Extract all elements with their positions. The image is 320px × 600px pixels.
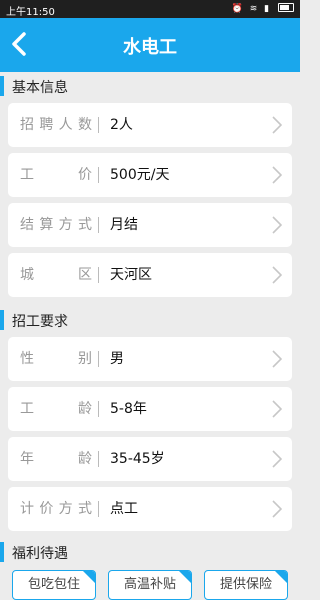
tag-corner-marker <box>179 571 191 583</box>
row-key: 工价 <box>20 167 92 183</box>
alarm-icon: ⏰ <box>231 4 245 14</box>
tag-corner-marker <box>275 571 287 583</box>
page-title: 水电工 <box>123 37 177 58</box>
section-requirements: 招工要求 <box>0 308 300 332</box>
row-value: 点工 <box>110 501 138 517</box>
status-bar: 上午11:50 ⏰ ≋ ▮ <box>0 0 300 18</box>
row-value: 2人 <box>110 117 133 133</box>
status-time: 上午11:50 <box>6 7 55 18</box>
row-divider <box>98 117 99 133</box>
row-value: 5-8年 <box>110 401 147 417</box>
section-title: 招工要求 <box>12 314 68 330</box>
req-row-experience[interactable]: 工龄 5-8年 <box>8 387 292 431</box>
row-value: 天河区 <box>110 267 152 283</box>
section-title: 福利待遇 <box>12 546 68 562</box>
benefit-tag-label: 提供保险 <box>219 577 272 592</box>
wifi-icon: ≋ <box>249 4 260 14</box>
chevron-right-icon <box>272 166 282 184</box>
row-divider <box>98 451 99 467</box>
benefit-tag[interactable]: 高温补贴 <box>108 570 192 600</box>
benefit-tag-label: 高温补贴 <box>123 577 176 592</box>
info-row-district[interactable]: 城区 天河区 <box>8 253 292 297</box>
row-value: 月结 <box>110 217 138 233</box>
req-row-gender[interactable]: 性别 男 <box>8 337 292 381</box>
section-accent-bar <box>0 76 4 96</box>
chevron-right-icon <box>272 350 282 368</box>
row-divider <box>98 267 99 283</box>
row-divider <box>98 167 99 183</box>
signal-icon: ▮ <box>264 4 272 14</box>
status-icons: ⏰ ≋ ▮ <box>232 3 294 14</box>
info-row-headcount[interactable]: 招聘人数 2人 <box>8 103 292 147</box>
row-value: 35-45岁 <box>110 451 165 467</box>
benefit-tag[interactable]: 提供保险 <box>204 570 288 600</box>
section-benefits: 福利待遇 <box>0 540 300 564</box>
row-divider <box>98 217 99 233</box>
chevron-right-icon <box>272 400 282 418</box>
benefit-tag-label: 包吃包住 <box>27 577 80 592</box>
chevron-right-icon <box>272 216 282 234</box>
req-row-pricing[interactable]: 计价方式 点工 <box>8 487 292 531</box>
info-row-wage[interactable]: 工价 500元/天 <box>8 153 292 197</box>
section-title: 基本信息 <box>12 80 68 96</box>
chevron-right-icon <box>272 500 282 518</box>
benefit-tag[interactable]: 包吃包住 <box>12 570 96 600</box>
row-divider <box>98 401 99 417</box>
chevron-right-icon <box>272 116 282 134</box>
row-key: 性别 <box>20 351 92 367</box>
row-key: 年龄 <box>20 451 92 467</box>
section-accent-bar <box>0 310 4 330</box>
row-key: 城区 <box>20 267 92 283</box>
row-key: 结算方式 <box>20 217 92 233</box>
row-key: 计价方式 <box>20 501 92 517</box>
req-row-age[interactable]: 年龄 35-45岁 <box>8 437 292 481</box>
chevron-right-icon <box>272 450 282 468</box>
row-value: 500元/天 <box>110 167 170 183</box>
section-basic-info: 基本信息 <box>0 74 300 98</box>
row-key: 工龄 <box>20 401 92 417</box>
row-value: 男 <box>110 351 124 367</box>
chevron-right-icon <box>272 266 282 284</box>
info-row-settlement[interactable]: 结算方式 月结 <box>8 203 292 247</box>
row-key: 招聘人数 <box>20 117 92 133</box>
row-divider <box>98 501 99 517</box>
section-accent-bar <box>0 542 4 562</box>
tag-corner-marker <box>83 571 95 583</box>
top-nav-bar: 水电工 <box>0 18 300 72</box>
row-divider <box>98 351 99 367</box>
battery-icon <box>278 3 294 12</box>
